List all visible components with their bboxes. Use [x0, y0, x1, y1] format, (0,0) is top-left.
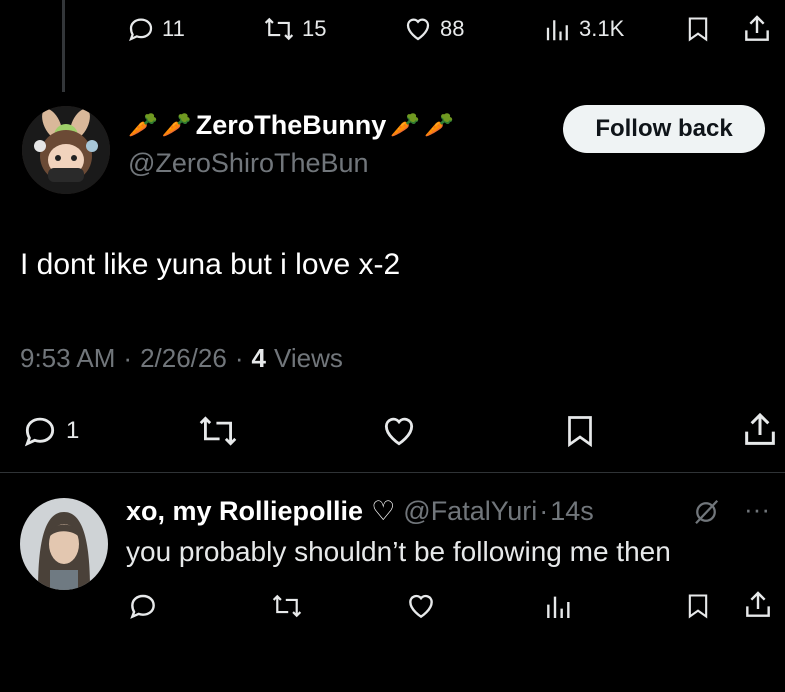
reply-icon — [24, 417, 55, 447]
tweet-meta: 9:53 AM · 2/26/26 · 4 Views — [20, 343, 343, 374]
reply-reply-action[interactable] — [127, 590, 159, 622]
repost-count: 15 — [302, 16, 327, 41]
author-name-row: 🥕 🥕 ZeroTheBunny 🥕 🥕 — [128, 110, 454, 141]
meta-separator: · — [123, 343, 133, 373]
main-reply-action[interactable]: 1 — [20, 412, 79, 450]
share-action[interactable] — [741, 12, 773, 46]
carrot-emoji: 🥕 — [161, 112, 192, 139]
repost-icon — [264, 17, 294, 41]
divider — [0, 472, 785, 473]
reply-share-action[interactable] — [742, 588, 774, 622]
views-count: 3.1K — [579, 16, 625, 41]
reply-avatar[interactable] — [20, 498, 108, 590]
main-share-action[interactable] — [740, 410, 780, 450]
reply-age: 14s — [550, 496, 594, 526]
repost-action[interactable]: 15 — [262, 14, 326, 44]
views-icon — [547, 596, 570, 618]
heart-emoji: ♡ — [371, 496, 396, 526]
heart-icon — [409, 594, 433, 619]
carrot-emoji: 🥕 — [128, 112, 158, 139]
reply-icon — [129, 18, 153, 42]
girl-avatar-image — [20, 498, 108, 590]
thread-line — [62, 0, 65, 92]
bookmark-action[interactable] — [684, 14, 712, 44]
author-avatar[interactable] — [22, 106, 110, 194]
bunny-avatar-image — [22, 106, 110, 194]
meta-separator: · — [234, 343, 244, 373]
views-icon — [546, 20, 568, 41]
reply-handle[interactable]: @FatalYuri — [403, 496, 537, 527]
reply-display-name[interactable]: xo, my Rolliepollie — [126, 496, 363, 527]
reply-header: xo, my Rolliepollie ♡ @FatalYuri · 14s — [126, 496, 594, 527]
bookmark-icon — [688, 594, 708, 619]
follow-back-button[interactable]: Follow back — [563, 105, 765, 153]
reply-views-action[interactable] — [543, 590, 575, 622]
heart-icon — [384, 417, 414, 446]
reply-like-action[interactable] — [404, 590, 438, 622]
grok-slash-icon — [695, 499, 719, 525]
heart-icon — [406, 18, 430, 41]
like-action[interactable]: 88 — [402, 14, 464, 44]
reply-repost-action[interactable] — [270, 590, 304, 622]
tweet-views-count: 4 — [251, 343, 266, 373]
tweet-time: 9:53 AM — [20, 343, 116, 373]
main-reply-count: 1 — [66, 417, 80, 444]
author-handle[interactable]: @ZeroShiroTheBun — [128, 148, 369, 179]
bookmark-icon — [688, 17, 708, 42]
author-display-name[interactable]: ZeroTheBunny — [196, 110, 387, 141]
reply-count: 11 — [162, 16, 185, 41]
tweet-views-label: Views — [273, 343, 343, 373]
reply-bookmark-action[interactable] — [684, 590, 712, 622]
tweet-date: 2/26/26 — [140, 343, 227, 373]
tweet-text: I dont like yuna but i love x-2 — [20, 248, 401, 281]
share-icon — [745, 412, 775, 445]
main-bookmark-action[interactable] — [562, 412, 598, 450]
reply-separator: · — [539, 496, 549, 526]
carrot-emoji: 🥕 — [424, 112, 455, 139]
views-action[interactable]: 3.1K — [543, 14, 624, 44]
carrot-emoji: 🥕 — [390, 112, 421, 139]
bookmark-icon — [568, 416, 592, 448]
share-icon — [745, 15, 769, 41]
repost-icon — [272, 594, 302, 618]
reply-icon — [130, 594, 155, 619]
main-like-action[interactable] — [378, 412, 420, 450]
grok-icon[interactable] — [690, 497, 722, 532]
repost-icon — [199, 416, 237, 446]
reply-text: you probably shouldn’t be following me t… — [126, 536, 671, 567]
more-options-button[interactable]: ··· — [744, 494, 770, 525]
reply-action[interactable]: 11 — [126, 14, 185, 44]
like-count: 88 — [440, 16, 465, 41]
share-icon — [746, 591, 770, 617]
main-repost-action[interactable] — [196, 412, 240, 450]
